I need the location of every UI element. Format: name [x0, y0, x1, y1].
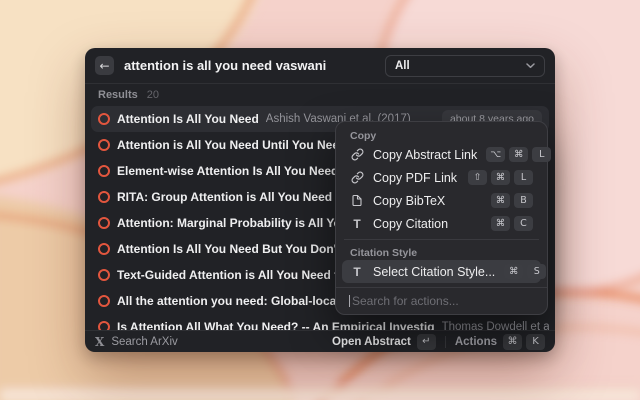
menu-item-label: Select Citation Style...: [373, 265, 495, 279]
arxiv-ring-icon: [98, 165, 110, 177]
key-badge: ⌘: [491, 216, 510, 231]
menu-body: Copy Copy Abstract Link ⌥ ⌘ L Copy PDF Link ⇧ ⌘…: [342, 127, 541, 283]
result-row[interactable]: Is Attention All What You Need? -- An Em…: [91, 314, 549, 330]
search-input[interactable]: attention is all you need vaswani: [124, 58, 375, 73]
link-icon: [350, 171, 364, 184]
shortcut-keys: ⌘B: [491, 193, 533, 208]
key-badge: S: [527, 264, 546, 279]
key-badge: ⌘: [503, 334, 522, 350]
result-author: Thomas Dowdell et al. (2019): [442, 321, 549, 330]
key-badge: ⌘: [509, 147, 528, 162]
return-key-badge: ↵: [417, 334, 436, 350]
file-icon: [350, 194, 364, 207]
arxiv-ring-icon: [98, 139, 110, 151]
actions-search-placeholder: Search for actions...: [352, 294, 459, 308]
search-header: ← attention is all you need vaswani All: [85, 48, 555, 84]
footer-divider: [445, 336, 446, 348]
key-badge: ⌘: [491, 193, 510, 208]
filter-selected-value: All: [395, 60, 410, 72]
citation-text-icon: T: [350, 218, 364, 230]
text-cursor: [349, 295, 350, 307]
chevron-down-icon: [526, 63, 535, 69]
arxiv-ring-icon: [98, 321, 110, 330]
menu-item-label: Copy Abstract Link: [373, 148, 477, 162]
category-filter-dropdown[interactable]: All: [385, 55, 545, 77]
actions-search-input[interactable]: Search for actions...: [336, 287, 547, 314]
back-button[interactable]: ←: [95, 56, 114, 75]
shortcut-keys: ⌘S: [504, 264, 546, 279]
shortcut-keys: ⇧ ⌘ L: [468, 170, 533, 185]
arxiv-ring-icon: [98, 113, 110, 125]
arxiv-logo-icon: X: [95, 335, 104, 349]
menu-item-copy-bibtex[interactable]: Copy BibTeX⌘B: [342, 189, 541, 212]
key-badge: ⌘: [491, 170, 510, 185]
menu-item-copy-pdf-link[interactable]: Copy PDF Link ⇧ ⌘ L: [342, 166, 541, 189]
menu-item-label: Copy BibTeX: [373, 194, 445, 208]
shortcut-keys: ⌘C: [491, 216, 533, 231]
menu-divider: [344, 239, 539, 240]
action-bar: X Search ArXiv Open Abstract ↵ Actions ⌘…: [85, 330, 555, 352]
results-label: Results: [98, 89, 138, 101]
arxiv-ring-icon: [98, 269, 110, 281]
arxiv-ring-icon: [98, 191, 110, 203]
results-section-header: Results 20: [85, 84, 555, 106]
menu-item-label: Copy Citation: [373, 217, 448, 231]
menu-section-header: Copy: [342, 127, 541, 143]
key-badge: C: [514, 216, 533, 231]
link-icon: [350, 148, 364, 161]
key-badge: ⇧: [468, 170, 487, 185]
menu-item-copy-citation[interactable]: TCopy Citation⌘C: [342, 212, 541, 235]
result-title: Attention Is All You Need: [117, 112, 259, 126]
key-badge: L: [514, 170, 533, 185]
shortcut-keys: ⌥ ⌘ L: [486, 147, 551, 162]
key-badge: B: [514, 193, 533, 208]
arxiv-ring-icon: [98, 217, 110, 229]
citation-text-icon: T: [350, 266, 364, 278]
arxiv-ring-icon: [98, 243, 110, 255]
menu-item-copy-abstract-link[interactable]: Copy Abstract Link⌥⌘L: [342, 143, 541, 166]
key-badge: ⌘: [504, 264, 523, 279]
command-name-label: Search ArXiv: [111, 336, 177, 348]
actions-button[interactable]: Actions: [455, 336, 497, 348]
menu-item-select-citation-style[interactable]: TSelect Citation Style...⌘S: [342, 260, 541, 283]
actions-keys: ⌘K: [503, 334, 545, 350]
results-count: 20: [147, 89, 159, 101]
menu-item-label: Copy PDF Link: [373, 171, 457, 185]
open-abstract-button[interactable]: Open Abstract: [332, 336, 411, 348]
back-arrow-icon: ←: [99, 59, 109, 73]
key-badge: L: [532, 147, 551, 162]
key-badge: K: [526, 334, 545, 350]
actions-menu: Copy Copy Abstract Link ⌥ ⌘ L Copy PDF Link ⇧ ⌘…: [335, 121, 548, 315]
result-title: Is Attention All What You Need? -- An Em…: [117, 320, 435, 330]
menu-section-header: Citation Style: [342, 244, 541, 260]
result-title: Element-wise Attention Is All You Need: [117, 164, 338, 178]
arxiv-ring-icon: [98, 295, 110, 307]
key-badge: ⌥: [486, 147, 505, 162]
